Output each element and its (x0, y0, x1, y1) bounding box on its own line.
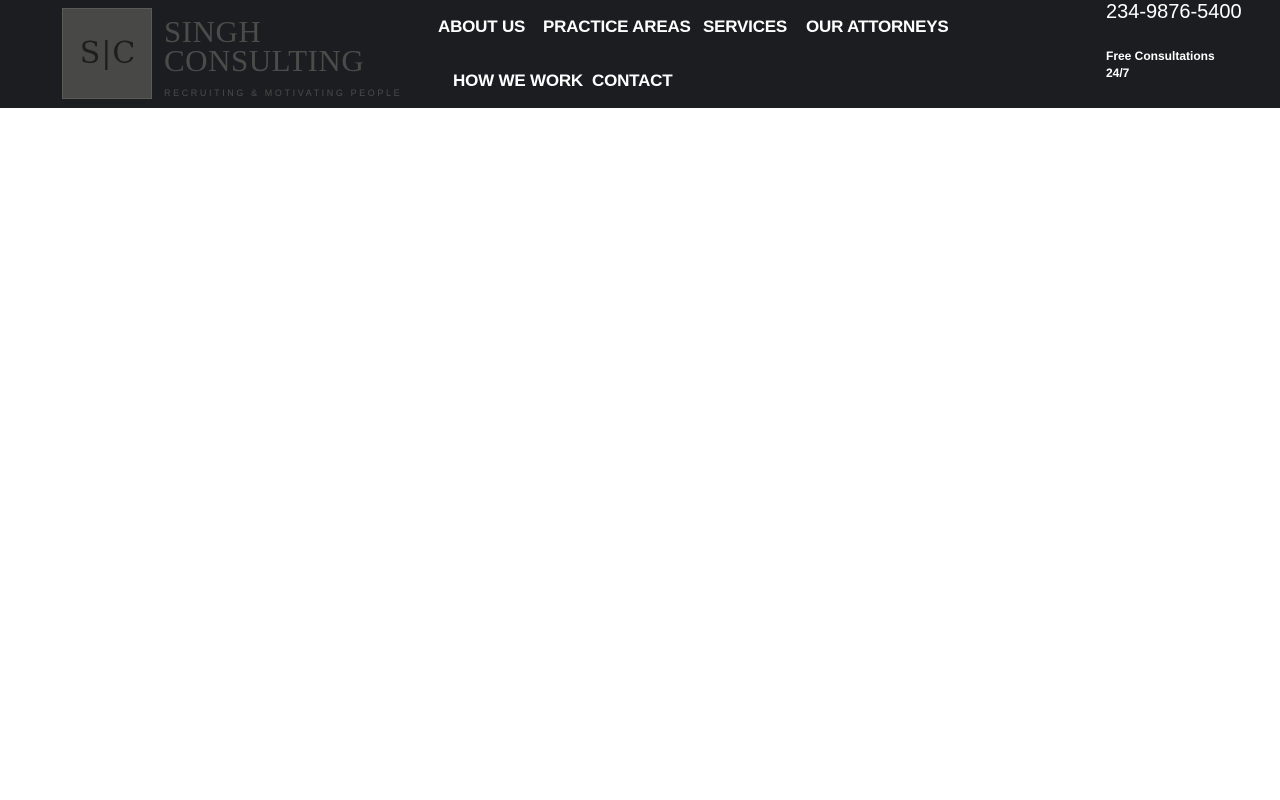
nav-item-contact[interactable]: CONTACT (592, 54, 673, 108)
site-header: S|C SINGH CONSULTING RECRUITING & MOTIVA… (0, 0, 1280, 108)
nav-item-practice-areas[interactable]: PRACTICE AREAS (543, 0, 691, 54)
logo-monogram-box: S|C (62, 8, 152, 99)
free-consultations-note: Free Consultations 24/7 (1106, 49, 1215, 80)
nav-item-about-us[interactable]: ABOUT US (438, 0, 525, 54)
site-logo[interactable]: S|C SINGH CONSULTING RECRUITING & MOTIVA… (62, 8, 400, 100)
nav-item-our-attorneys[interactable]: OUR ATTORNEYS (806, 0, 949, 54)
page-content-area (0, 108, 1280, 800)
logo-name-line-2: CONSULTING (164, 43, 365, 78)
nav-item-services[interactable]: SERVICES (703, 0, 787, 54)
phone-number-link[interactable]: 234-9876-5400 (1106, 2, 1246, 23)
nav-item-how-we-work[interactable]: HOW WE WORK (453, 54, 583, 108)
logo-monogram: S|C (79, 36, 137, 71)
logo-tagline: RECRUITING & MOTIVATING PEOPLE (164, 88, 403, 98)
